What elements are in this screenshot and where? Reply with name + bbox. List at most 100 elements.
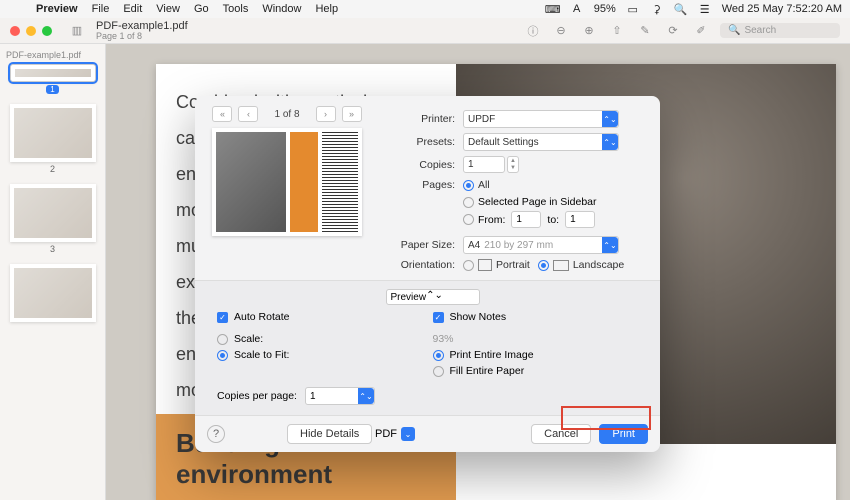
print-section-select[interactable]: Preview ⌃⌄ xyxy=(386,289,480,305)
scale-to-fit-radio[interactable] xyxy=(217,350,228,361)
pages-from-input[interactable]: 1 xyxy=(511,211,541,228)
share-icon[interactable]: ⇧ xyxy=(608,22,626,40)
search-icon: 🔍 xyxy=(728,25,740,36)
print-app-options-panel: Preview ⌃⌄ Auto Rotate Scale: Scale to F… xyxy=(195,280,660,416)
print-button[interactable]: Print xyxy=(599,424,648,444)
scale-to-fit-label[interactable]: Scale to Fit: xyxy=(234,349,289,361)
text-input-icon[interactable]: A xyxy=(570,2,584,16)
cancel-button[interactable]: Cancel xyxy=(531,424,591,444)
preview-next-button[interactable]: › xyxy=(316,106,336,122)
zoom-window-button[interactable] xyxy=(42,26,52,36)
zoom-out-icon[interactable]: ⊖ xyxy=(552,22,570,40)
sidebar-filename: PDF-example1.pdf xyxy=(6,50,99,60)
zoom-in-icon[interactable]: ⊕ xyxy=(580,22,598,40)
preview-last-button[interactable]: » xyxy=(342,106,362,122)
window-toolbar: ▥ PDF-example1.pdf Page 1 of 8 ⓘ ⊖ ⊕ ⇧ ✎… xyxy=(0,18,850,44)
page-number: 3 xyxy=(6,244,99,254)
presets-value: Default Settings xyxy=(468,137,539,148)
fill-entire-paper-label[interactable]: Fill Entire Paper xyxy=(450,365,525,377)
page-thumbnail[interactable] xyxy=(10,184,96,242)
paper-size-label: Paper Size: xyxy=(377,239,455,251)
printer-label: Printer: xyxy=(377,113,455,125)
orientation-landscape-radio[interactable] xyxy=(538,260,549,271)
pages-to-input[interactable]: 1 xyxy=(565,211,595,228)
battery-percent: 95% xyxy=(594,3,616,15)
page-thumbnail[interactable] xyxy=(10,264,96,322)
page-number-badge: 1 xyxy=(46,85,58,94)
orientation-portrait-radio[interactable] xyxy=(463,260,474,271)
copies-input[interactable]: 1 xyxy=(463,156,505,173)
rotate-icon[interactable]: ⟳ xyxy=(664,22,682,40)
show-notes-label[interactable]: Show Notes xyxy=(450,311,507,323)
copies-per-page-select[interactable]: 1 ⌃⌄ xyxy=(305,387,375,405)
preview-prev-button[interactable]: ‹ xyxy=(238,106,258,122)
paper-size-select[interactable]: A4 210 by 297 mm ⌃⌄ xyxy=(463,236,619,254)
menu-edit[interactable]: Edit xyxy=(123,3,142,15)
pages-range-radio[interactable] xyxy=(463,214,474,225)
auto-rotate-label[interactable]: Auto Rotate xyxy=(234,311,289,323)
thumbnail-sidebar[interactable]: PDF-example1.pdf 1 2 3 xyxy=(0,44,106,500)
info-icon[interactable]: ⓘ xyxy=(524,22,542,40)
fill-entire-paper-radio[interactable] xyxy=(433,366,444,377)
chevron-updown-icon: ⌃⌄ xyxy=(358,388,374,404)
scale-percent-value: 93% xyxy=(433,333,454,345)
pages-label: Pages: xyxy=(377,179,455,191)
preview-page-label: 1 of 8 xyxy=(264,109,309,120)
sidebar-toggle-icon[interactable]: ▥ xyxy=(68,22,86,40)
print-dialog: « ‹ 1 of 8 › » Printer: UPDF ⌃⌄ Presets: xyxy=(195,96,660,452)
highlight-icon[interactable]: ✎ xyxy=(636,22,654,40)
menu-go[interactable]: Go xyxy=(194,3,209,15)
orientation-portrait-option[interactable]: Portrait xyxy=(496,259,530,271)
pages-selected-radio[interactable] xyxy=(463,197,474,208)
menubar-datetime[interactable]: Wed 25 May 7:52:20 AM xyxy=(722,3,842,15)
menu-tools[interactable]: Tools xyxy=(223,3,249,15)
printer-select[interactable]: UPDF ⌃⌄ xyxy=(463,110,619,128)
preview-first-button[interactable]: « xyxy=(212,106,232,122)
menu-window[interactable]: Window xyxy=(262,3,301,15)
chevron-updown-icon: ⌃⌄ xyxy=(602,134,618,150)
copies-per-page-label: Copies per page: xyxy=(217,390,297,402)
copies-stepper[interactable]: ▲▼ xyxy=(507,156,519,173)
pages-all-option[interactable]: All xyxy=(478,179,490,191)
minimize-window-button[interactable] xyxy=(26,26,36,36)
chevron-updown-icon: ⌃⌄ xyxy=(426,290,440,304)
orientation-landscape-option[interactable]: Landscape xyxy=(573,259,624,271)
page-thumbnail[interactable] xyxy=(10,64,96,82)
wifi-icon[interactable]: ⚳ xyxy=(650,2,664,16)
help-button[interactable]: ? xyxy=(207,425,225,443)
markup-icon[interactable]: ✐ xyxy=(692,22,710,40)
menu-view[interactable]: View xyxy=(156,3,180,15)
menu-help[interactable]: Help xyxy=(315,3,338,15)
pages-all-radio[interactable] xyxy=(463,180,474,191)
scale-label[interactable]: Scale: xyxy=(234,333,263,345)
paper-size-hint: 210 by 297 mm xyxy=(484,240,553,251)
page-number: 2 xyxy=(6,164,99,174)
pages-selected-option[interactable]: Selected Page in Sidebar xyxy=(478,196,597,208)
close-window-button[interactable] xyxy=(10,26,20,36)
apple-menu-icon[interactable] xyxy=(8,2,22,16)
print-entire-image-radio[interactable] xyxy=(433,350,444,361)
presets-select[interactable]: Default Settings ⌃⌄ xyxy=(463,133,619,151)
app-menu[interactable]: Preview xyxy=(36,3,78,15)
hide-details-button[interactable]: Hide Details xyxy=(287,424,372,444)
print-preview-thumbnail xyxy=(212,128,362,236)
macos-menubar: Preview File Edit View Go Tools Window H… xyxy=(0,0,850,18)
show-notes-checkbox[interactable] xyxy=(433,312,444,323)
dialog-footer: ? Hide Details PDF ⌄ Cancel Print xyxy=(195,416,660,452)
menu-file[interactable]: File xyxy=(92,3,110,15)
search-field[interactable]: 🔍 Search xyxy=(720,23,840,38)
chevron-updown-icon: ⌃⌄ xyxy=(602,237,618,253)
print-preview-pane: « ‹ 1 of 8 › » xyxy=(207,106,367,276)
spotlight-icon[interactable]: 🔍 xyxy=(674,2,688,16)
pages-from-label: From: xyxy=(478,214,505,226)
presets-label: Presets: xyxy=(377,136,455,148)
scale-radio[interactable] xyxy=(217,334,228,345)
keyboard-icon[interactable]: ⌨ xyxy=(546,2,560,16)
print-entire-image-label[interactable]: Print Entire Image xyxy=(450,349,534,361)
auto-rotate-checkbox[interactable] xyxy=(217,312,228,323)
control-center-icon[interactable]: ☰ xyxy=(698,2,712,16)
page-thumbnail[interactable] xyxy=(10,104,96,162)
pdf-dropdown[interactable]: PDF ⌄ xyxy=(375,427,415,441)
battery-icon[interactable]: ▭ xyxy=(626,2,640,16)
print-options-form: Printer: UPDF ⌃⌄ Presets: Default Settin… xyxy=(377,106,648,276)
